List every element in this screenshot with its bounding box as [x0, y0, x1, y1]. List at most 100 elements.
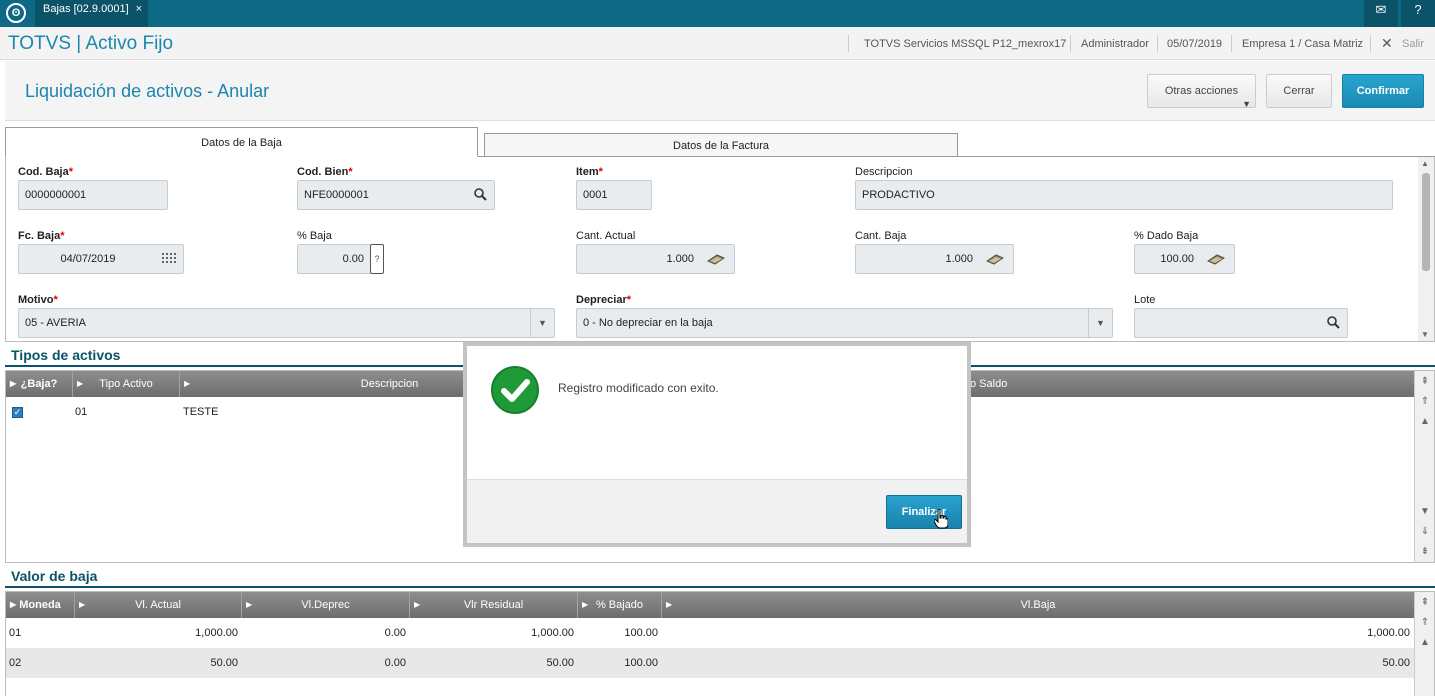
- company-info: Empresa 1 / Casa Matriz: [1242, 38, 1364, 50]
- cod-bien-value: NFE0000001: [304, 189, 369, 201]
- col-baja[interactable]: ▶ ¿Baja?: [6, 371, 73, 397]
- fc-baja-label: Fc. Baja*: [18, 230, 65, 242]
- cant-actual-value: 1.000: [666, 253, 694, 265]
- cant-baja-field[interactable]: 1.000: [855, 244, 1014, 274]
- calculator-icon[interactable]: [702, 245, 730, 273]
- app-header: TOTVS | Activo Fijo TOTVS Servicios MSSQ…: [0, 27, 1435, 60]
- search-icon[interactable]: [1319, 309, 1347, 337]
- scroll-page-down-icon[interactable]: ⇓: [1418, 525, 1432, 539]
- totvs-logo-icon[interactable]: ʘ: [6, 3, 26, 23]
- top-bar: ʘ Bajas [02.9.0001] × ✉ ?: [0, 0, 1435, 27]
- cant-baja-value: 1.000: [945, 253, 973, 265]
- pct-baja-field[interactable]: 0.00: [297, 244, 371, 274]
- scroll-top-icon[interactable]: ⇞: [1418, 375, 1432, 389]
- lote-field[interactable]: [1134, 308, 1348, 338]
- descripcion-field[interactable]: PRODACTIVO: [855, 180, 1393, 210]
- col-vl-baja[interactable]: ▶ Vl.Baja: [662, 592, 1414, 618]
- pct-dado-baja-field[interactable]: 100.00: [1134, 244, 1235, 274]
- divider: [1231, 35, 1232, 52]
- mail-icon[interactable]: ✉: [1364, 0, 1398, 27]
- valor-baja-title: Valor de baja: [11, 568, 98, 584]
- fc-baja-field[interactable]: 04/07/2019: [18, 244, 184, 274]
- confirmar-button[interactable]: Confirmar: [1342, 74, 1424, 108]
- exit-button[interactable]: Salir: [1402, 38, 1424, 50]
- chevron-down-icon[interactable]: ▼: [530, 309, 554, 337]
- cod-baja-field[interactable]: 0000000001: [18, 180, 168, 210]
- divider: [848, 35, 849, 52]
- tab-bajas[interactable]: Bajas [02.9.0001] ×: [35, 0, 148, 27]
- tab-close-icon[interactable]: ×: [136, 0, 142, 19]
- close-icon[interactable]: ✕: [1381, 35, 1393, 52]
- cod-bien-label: Cod. Bien*: [297, 166, 353, 178]
- item-field[interactable]: 0001: [576, 180, 652, 210]
- table-row[interactable]: 02 50.00 0.00 50.00 100.00 50.00: [6, 648, 1414, 678]
- cant-baja-label: Cant. Baja: [855, 230, 907, 242]
- scroll-bottom-icon[interactable]: ⇟: [1418, 545, 1432, 559]
- col-vl-deprec[interactable]: ▶ Vl.Deprec: [242, 592, 410, 618]
- success-dialog: Registro modificado con exito. Finalizar: [463, 342, 971, 547]
- calculator-icon[interactable]: [981, 245, 1009, 273]
- calculator-icon[interactable]: [1202, 245, 1230, 273]
- valor-baja-grid: ▶ Moneda ▶ Vl. Actual ▶ Vl.Deprec ▶ Vlr Resi…: [5, 591, 1435, 696]
- vl-deprec-cell: 0.00: [384, 627, 406, 639]
- pct-bajado-cell: 100.00: [624, 627, 658, 639]
- divider: [1070, 35, 1071, 52]
- scroll-up-icon[interactable]: ▲: [1418, 636, 1432, 650]
- scroll-page-up-icon[interactable]: ⇑: [1418, 395, 1432, 409]
- otras-acciones-button[interactable]: Otras acciones ▼: [1147, 74, 1256, 109]
- otras-acciones-label: Otras acciones: [1164, 85, 1239, 97]
- finalizar-button[interactable]: Finalizar: [886, 495, 962, 529]
- vlr-residual-cell: 50.00: [546, 657, 574, 669]
- descripcion-cell: TESTE: [183, 406, 219, 418]
- scroll-top-icon[interactable]: ⇞: [1418, 596, 1432, 610]
- col-pct-bajado[interactable]: ▶% Bajado: [578, 592, 662, 618]
- table-row[interactable]: 01 1,000.00 0.00 1,000.00 100.00 1,000.0…: [6, 618, 1414, 648]
- scroll-up-icon[interactable]: ▲: [1418, 415, 1432, 429]
- fc-baja-value: 04/07/2019: [60, 253, 116, 265]
- search-icon[interactable]: [466, 181, 494, 209]
- section-divider: [5, 586, 1435, 588]
- baja-checkbox[interactable]: ✓: [12, 407, 23, 418]
- scroll-page-up-icon[interactable]: ⇑: [1418, 616, 1432, 630]
- hand-cursor-icon: [934, 509, 948, 529]
- col-vlr-residual[interactable]: ▶ Vlr Residual: [410, 592, 578, 618]
- grid-scrollbar[interactable]: ⇞ ⇑ ▲ ▼ ⇓ ⇟: [1414, 371, 1434, 562]
- scroll-up-icon[interactable]: ▲: [1421, 159, 1429, 168]
- motivo-label: Motivo*: [18, 294, 58, 306]
- cerrar-button[interactable]: Cerrar: [1266, 74, 1332, 108]
- scroll-down-icon[interactable]: ▼: [1418, 505, 1432, 519]
- cod-bien-field[interactable]: NFE0000001: [297, 180, 495, 210]
- scroll-thumb[interactable]: [1422, 173, 1430, 271]
- dialog-message: Registro modificado con exito.: [558, 381, 719, 395]
- grid-header: ▶ Moneda ▶ Vl. Actual ▶ Vl.Deprec ▶ Vlr Resi…: [6, 592, 1414, 618]
- vl-actual-cell: 50.00: [210, 657, 238, 669]
- datos-baja-form: Cod. Baja* 0000000001 Cod. Bien* NFE0000…: [5, 157, 1435, 342]
- col-tipo-activo[interactable]: ▶ Tipo Activo: [73, 371, 180, 397]
- lote-label: Lote: [1134, 294, 1156, 306]
- moneda-cell: 02: [9, 657, 22, 669]
- page-title-bar: Liquidación de activos - Anular Otras ac…: [5, 61, 1435, 121]
- vl-baja-cell: 50.00: [1382, 657, 1410, 669]
- help-icon[interactable]: ?: [1401, 0, 1435, 27]
- pct-dado-baja-value: 100.00: [1160, 253, 1194, 265]
- calendar-icon[interactable]: [155, 245, 183, 273]
- cod-baja-label: Cod. Baja*: [18, 166, 74, 178]
- tab-datos-factura[interactable]: Datos de la Factura: [484, 133, 958, 157]
- help-button[interactable]: ?: [370, 244, 384, 274]
- motivo-select[interactable]: 05 - AVERIA ▼: [18, 308, 555, 338]
- caret-down-icon: ▼: [1242, 99, 1251, 109]
- tipo-activo-cell: 01: [75, 406, 88, 418]
- cant-actual-field[interactable]: 1.000: [576, 244, 735, 274]
- scroll-down-icon[interactable]: ▼: [1421, 330, 1429, 339]
- form-scrollbar[interactable]: ▲ ▼: [1418, 157, 1434, 341]
- pct-dado-baja-label: % Dado Baja: [1134, 230, 1199, 242]
- grid-scrollbar[interactable]: ⇞ ⇑ ▲: [1414, 592, 1434, 696]
- depreciar-label: Depreciar*: [576, 294, 632, 306]
- server-info: TOTVS Servicios MSSQL P12_mexrox17: [864, 38, 1067, 50]
- col-vl-actual[interactable]: ▶ Vl. Actual: [75, 592, 242, 618]
- tab-datos-baja[interactable]: Datos de la Baja: [5, 127, 478, 157]
- depreciar-select[interactable]: 0 - No depreciar en la baja ▼: [576, 308, 1113, 338]
- divider: [1157, 35, 1158, 52]
- chevron-down-icon[interactable]: ▼: [1088, 309, 1112, 337]
- col-moneda[interactable]: ▶ Moneda: [6, 592, 75, 618]
